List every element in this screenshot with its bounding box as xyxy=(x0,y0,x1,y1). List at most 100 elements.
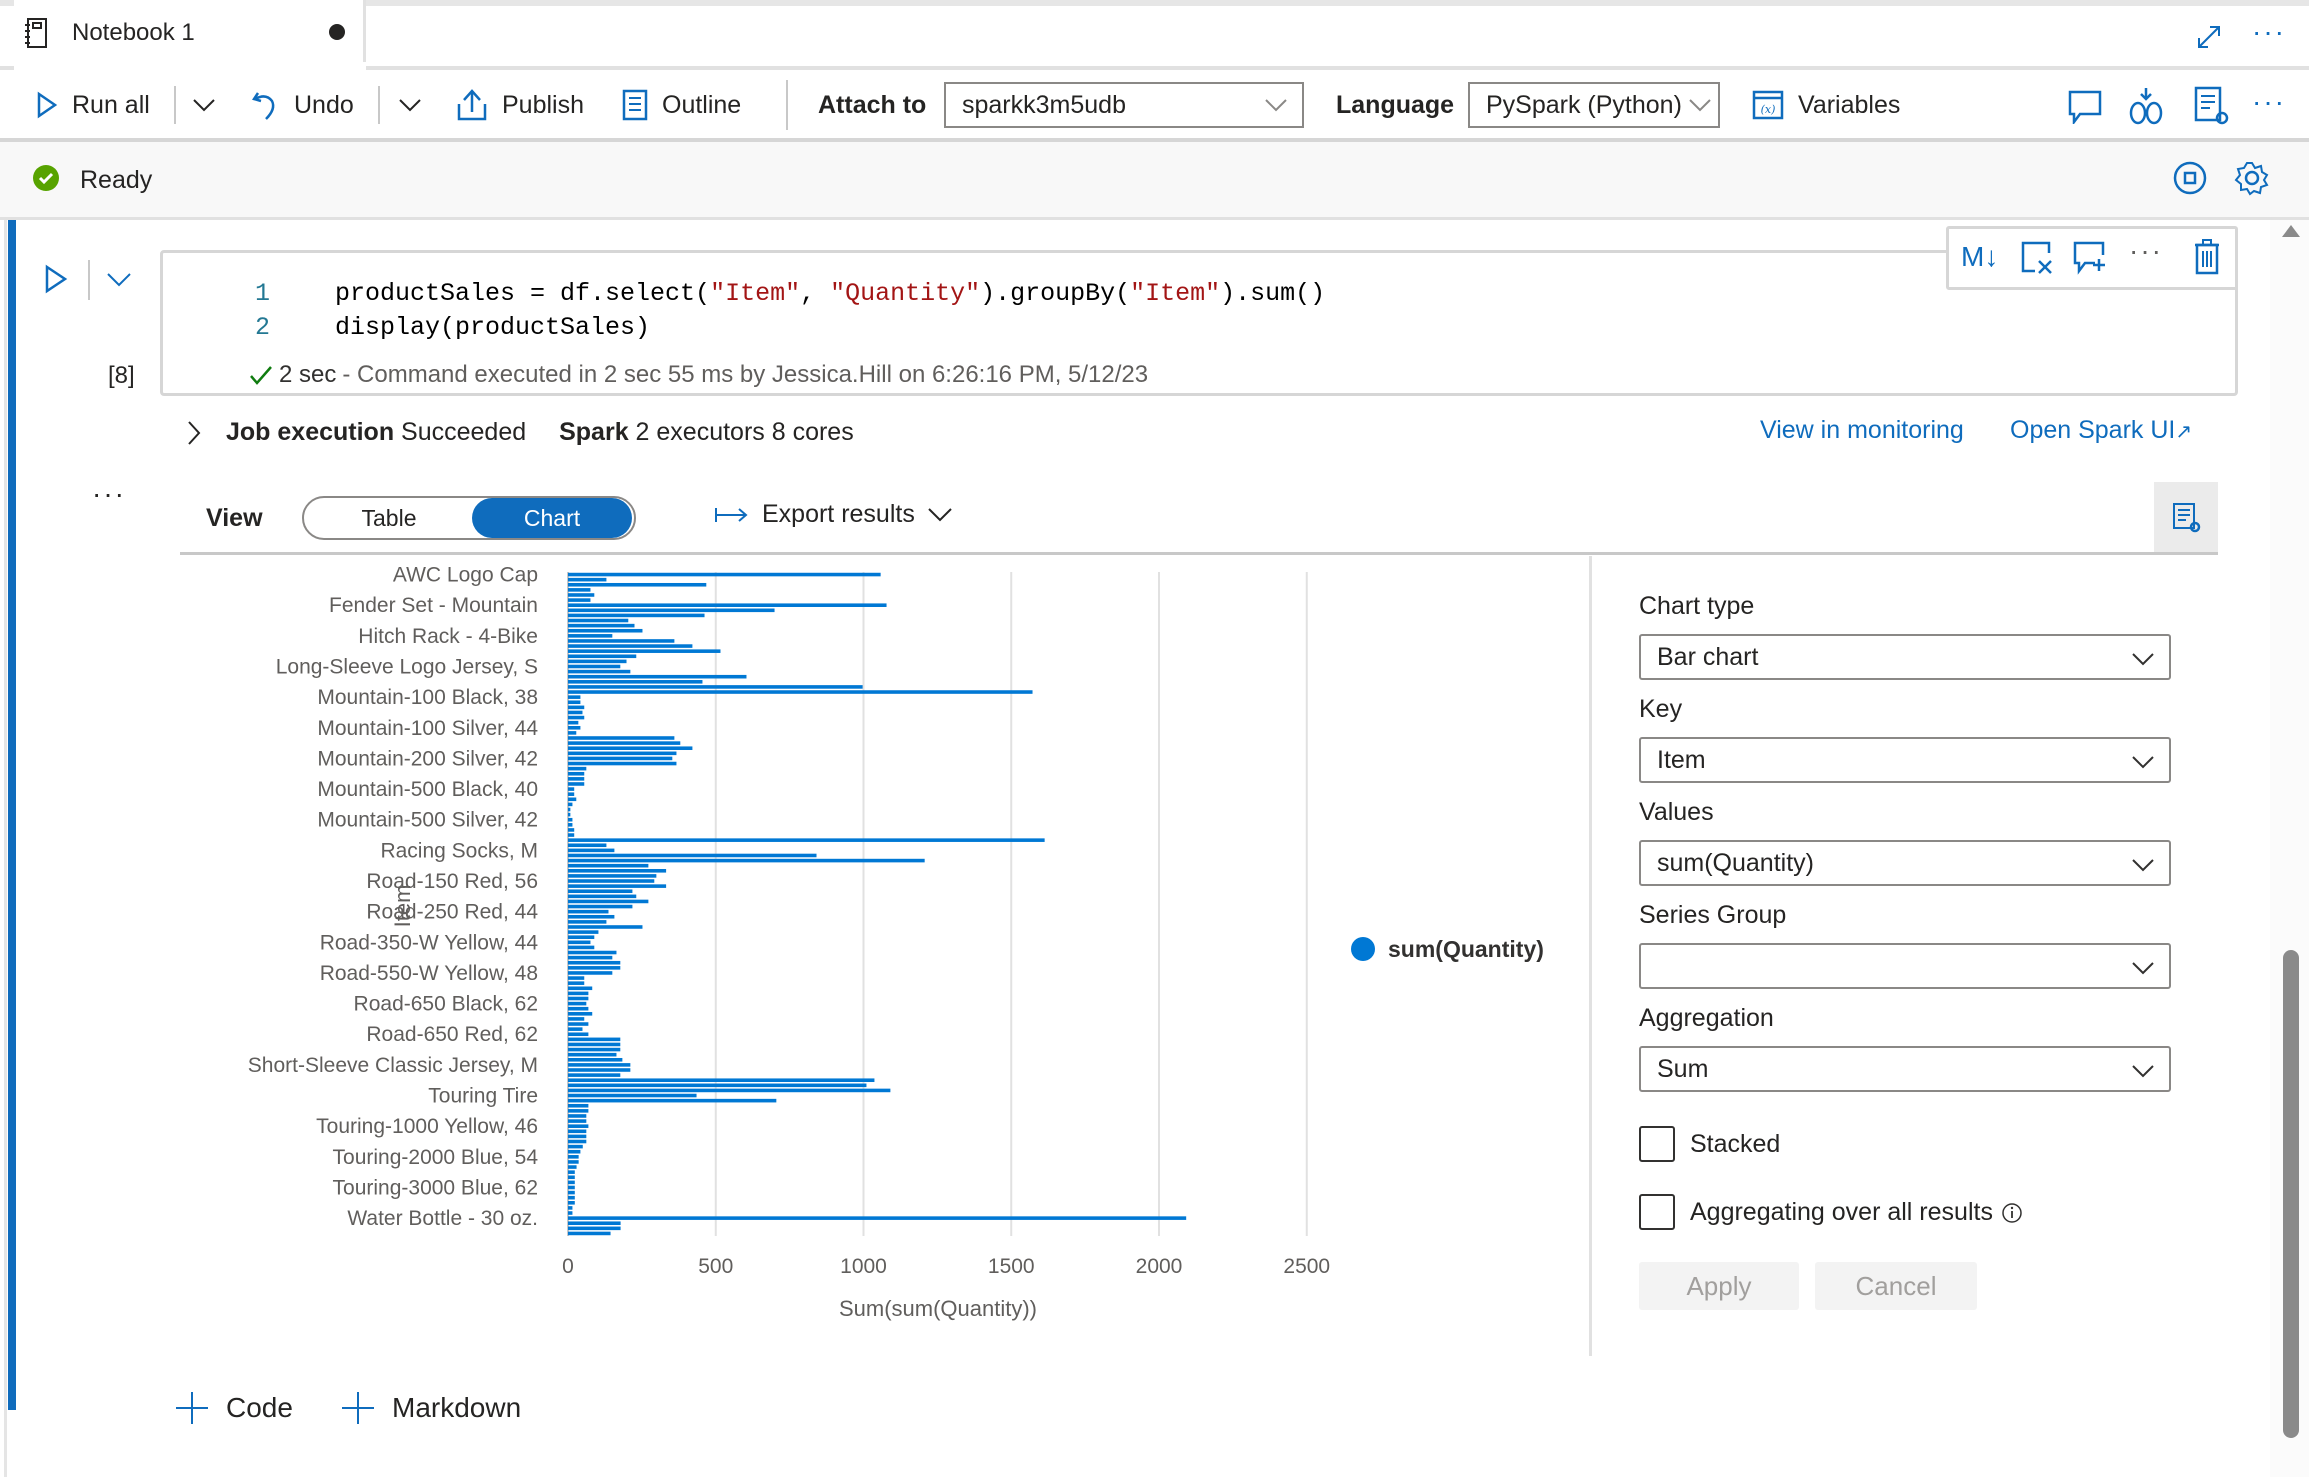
bar[interactable] xyxy=(568,746,693,751)
undo-dropdown[interactable] xyxy=(398,70,422,140)
more-icon[interactable]: ··· xyxy=(2252,16,2286,48)
undo-button[interactable]: Undo xyxy=(252,70,354,140)
bar[interactable] xyxy=(568,1149,581,1154)
bar[interactable] xyxy=(568,823,573,827)
bar[interactable] xyxy=(568,680,703,684)
bar[interactable] xyxy=(568,802,573,807)
bar[interactable] xyxy=(568,598,591,602)
bar[interactable] xyxy=(568,1103,589,1108)
bar[interactable] xyxy=(568,725,581,730)
bar[interactable] xyxy=(568,756,673,761)
bar[interactable] xyxy=(568,649,721,653)
bar[interactable] xyxy=(568,874,657,878)
bar[interactable] xyxy=(568,1216,1187,1220)
add-code-cell-button[interactable]: Code xyxy=(176,1392,293,1424)
bar[interactable] xyxy=(568,828,575,832)
bar[interactable] xyxy=(568,848,615,853)
bar[interactable] xyxy=(568,782,585,786)
bar[interactable] xyxy=(568,628,643,633)
bar[interactable] xyxy=(568,1139,587,1144)
publish-button[interactable]: Publish xyxy=(456,70,584,140)
bar[interactable] xyxy=(568,1134,587,1139)
bar[interactable] xyxy=(568,1022,589,1026)
language-select[interactable]: PySpark (Python) xyxy=(1468,82,1720,128)
bar[interactable] xyxy=(568,833,575,837)
bar[interactable] xyxy=(568,731,577,735)
bar[interactable] xyxy=(568,690,1033,694)
bar[interactable] xyxy=(568,1206,573,1210)
bar[interactable] xyxy=(568,920,607,924)
bar[interactable] xyxy=(568,771,585,776)
bar[interactable] xyxy=(568,1231,611,1236)
settings-list-icon[interactable] xyxy=(2194,86,2230,126)
bar[interactable] xyxy=(568,710,583,715)
bar[interactable] xyxy=(568,659,627,664)
key-select[interactable]: Item xyxy=(1639,737,2171,783)
bar[interactable] xyxy=(568,1078,875,1083)
bar[interactable] xyxy=(568,935,595,939)
expand-icon[interactable] xyxy=(2196,24,2222,50)
bar[interactable] xyxy=(568,1175,575,1180)
bar[interactable] xyxy=(568,914,615,919)
chevron-down-icon[interactable] xyxy=(106,272,132,288)
version-history-icon[interactable] xyxy=(2128,86,2164,126)
bar[interactable] xyxy=(568,894,637,899)
bar[interactable] xyxy=(568,869,667,873)
bar[interactable] xyxy=(568,705,585,710)
bar[interactable] xyxy=(568,858,925,863)
bar[interactable] xyxy=(568,736,675,740)
bar[interactable] xyxy=(568,674,747,679)
bar[interactable] xyxy=(568,613,705,618)
bar[interactable] xyxy=(568,863,649,868)
code-line-1[interactable]: productSales = df.select("Item", "Quanti… xyxy=(335,279,1325,308)
bar[interactable] xyxy=(568,843,607,848)
view-option-chart[interactable]: Chart xyxy=(472,498,632,538)
bar[interactable] xyxy=(568,720,579,725)
info-icon[interactable] xyxy=(2001,1202,2023,1224)
chart-settings-toggle[interactable] xyxy=(2154,482,2218,554)
bar[interactable] xyxy=(568,1093,697,1098)
chart-type-select[interactable]: Bar chart xyxy=(1639,634,2171,680)
bar[interactable] xyxy=(568,981,585,985)
cancel-button[interactable]: Cancel xyxy=(1815,1262,1977,1310)
cell-more-icon[interactable]: ··· xyxy=(2129,235,2163,267)
run-cell-icon[interactable] xyxy=(44,264,68,294)
add-comment-icon[interactable] xyxy=(2073,241,2107,275)
bar[interactable] xyxy=(568,700,581,705)
bar[interactable] xyxy=(568,1211,573,1215)
view-option-table[interactable]: Table xyxy=(310,498,468,538)
bar[interactable] xyxy=(568,1057,623,1062)
bar[interactable] xyxy=(568,577,607,582)
bar[interactable] xyxy=(568,685,863,689)
bar[interactable] xyxy=(568,1180,575,1185)
outline-button[interactable]: Outline xyxy=(622,70,741,140)
bar[interactable] xyxy=(568,812,571,817)
gear-icon[interactable] xyxy=(2234,160,2270,196)
bar[interactable] xyxy=(568,751,677,756)
aggregation-select[interactable]: Sum xyxy=(1639,1046,2171,1092)
bar[interactable] xyxy=(568,879,655,883)
bar[interactable] xyxy=(568,1052,617,1057)
bar[interactable] xyxy=(568,950,617,955)
bar[interactable] xyxy=(568,955,613,960)
bar[interactable] xyxy=(568,1190,575,1195)
bar[interactable] xyxy=(568,1165,577,1169)
bar[interactable] xyxy=(568,1027,583,1031)
bar[interactable] xyxy=(568,623,635,628)
bar[interactable] xyxy=(568,899,649,904)
bar[interactable] xyxy=(568,654,637,659)
bar[interactable] xyxy=(568,1088,891,1093)
code-cell[interactable]: 1 productSales = df.select("Item", "Quan… xyxy=(160,250,2238,396)
bar[interactable] xyxy=(568,807,571,812)
bar[interactable] xyxy=(568,909,609,914)
stop-session-icon[interactable] xyxy=(2172,160,2208,196)
bar[interactable] xyxy=(568,971,613,975)
series-group-select[interactable] xyxy=(1639,943,2171,989)
bar[interactable] xyxy=(568,572,881,577)
bar[interactable] xyxy=(568,1017,585,1021)
clear-output-icon[interactable] xyxy=(2021,241,2053,275)
scrollbar-thumb[interactable] xyxy=(2283,950,2299,1438)
bar[interactable] xyxy=(568,639,675,643)
bar[interactable] xyxy=(568,1063,631,1067)
bar[interactable] xyxy=(568,1160,579,1164)
